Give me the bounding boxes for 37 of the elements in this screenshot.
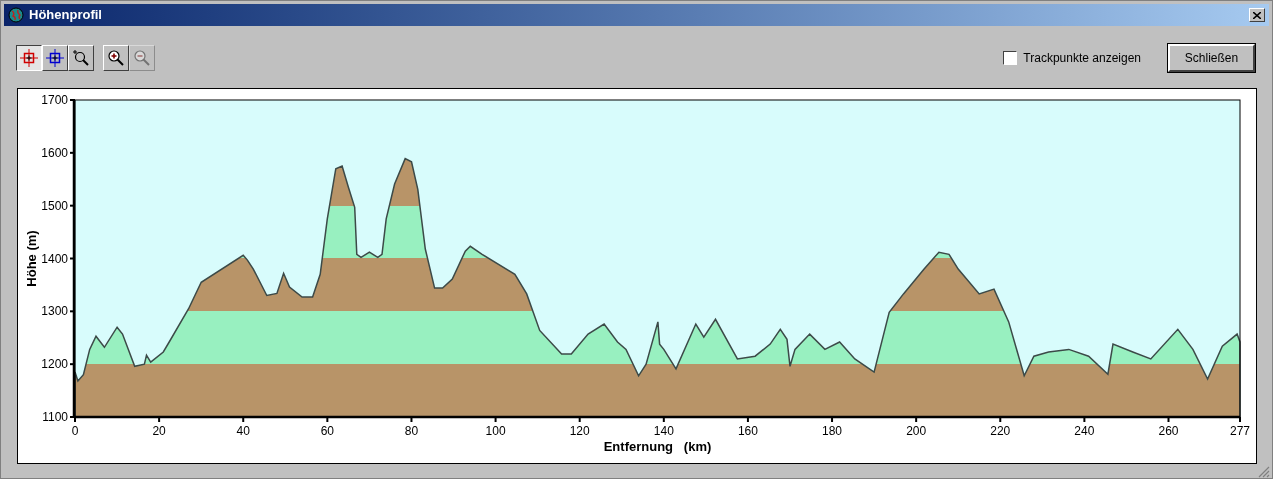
y-tick-label: 1300 [41, 304, 68, 319]
y-axis-title: Höhe (m) [24, 230, 39, 287]
checkbox-label: Trackpunkte anzeigen [1023, 50, 1141, 67]
x-tick-label: 240 [1074, 424, 1095, 438]
x-tick-label: 160 [737, 424, 758, 438]
x-tick-label: 40 [236, 424, 250, 438]
x-tick-label: 60 [320, 424, 335, 438]
window-title: Höhenprofil [29, 6, 102, 25]
x-tick-label: 140 [653, 424, 674, 438]
zoom-out-icon [133, 49, 151, 67]
y-tick-label: 1700 [41, 93, 68, 107]
x-tick-label: 277 [1230, 424, 1250, 438]
x-tick-label: 0 [71, 424, 79, 438]
close-dialog-button[interactable]: Schließen [1168, 44, 1255, 72]
x-tick-label: 20 [152, 424, 166, 438]
y-tick-label: 1500 [41, 198, 68, 213]
globe-icon [8, 7, 24, 23]
zoom-in-icon [107, 49, 125, 67]
x-tick-label: 80 [404, 424, 419, 438]
y-tick-label: 1400 [41, 251, 68, 266]
x-tick-label: 180 [822, 424, 843, 438]
x-tick-label: 120 [569, 424, 590, 438]
x-tick-label: 200 [906, 424, 927, 438]
crosshair-icon [20, 49, 38, 67]
checkbox[interactable] [1003, 51, 1018, 65]
toolbar-button[interactable] [16, 45, 42, 71]
y-tick-label: 1600 [41, 145, 68, 160]
x-axis-title: Entfernung (km) [603, 439, 712, 454]
y-tick-label: 1200 [41, 357, 68, 372]
y-tick-label: 1100 [42, 410, 68, 424]
close-icon [1253, 11, 1261, 19]
x-tick-label: 260 [1158, 424, 1179, 438]
close-button[interactable] [1249, 8, 1265, 22]
x-tick-label: 220 [990, 424, 1011, 438]
zoom-box-icon [72, 49, 90, 67]
crosshair-icon [46, 49, 64, 67]
x-tick-label: 100 [485, 424, 506, 438]
